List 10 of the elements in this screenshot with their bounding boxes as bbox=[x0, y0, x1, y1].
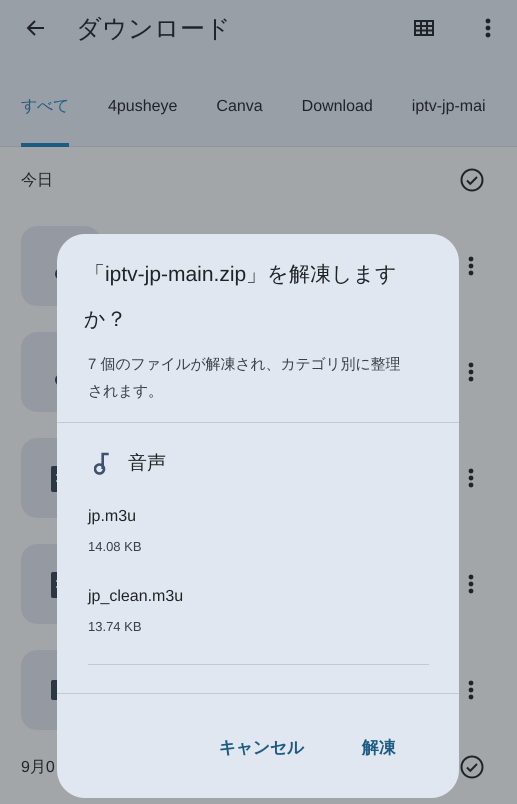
category-label: 音声 bbox=[128, 452, 166, 476]
file-size: 13.74 KB bbox=[88, 618, 142, 636]
section-header: 今日 bbox=[21, 170, 53, 190]
file-size: 14.08 KB bbox=[88, 538, 142, 556]
file-name: jp_clean.m3u bbox=[88, 587, 184, 607]
screen-title: ダウンロード bbox=[76, 14, 232, 44]
dialog-message: 7 個のファイルが解凍され、カテゴリ別に整理されます。 bbox=[57, 342, 459, 423]
dialog-title: 「iptv-jp-main.zip」を解凍しますか？ bbox=[83, 262, 398, 333]
file-name: jp.m3u bbox=[88, 507, 138, 527]
section-header: 9月0 bbox=[21, 758, 55, 778]
